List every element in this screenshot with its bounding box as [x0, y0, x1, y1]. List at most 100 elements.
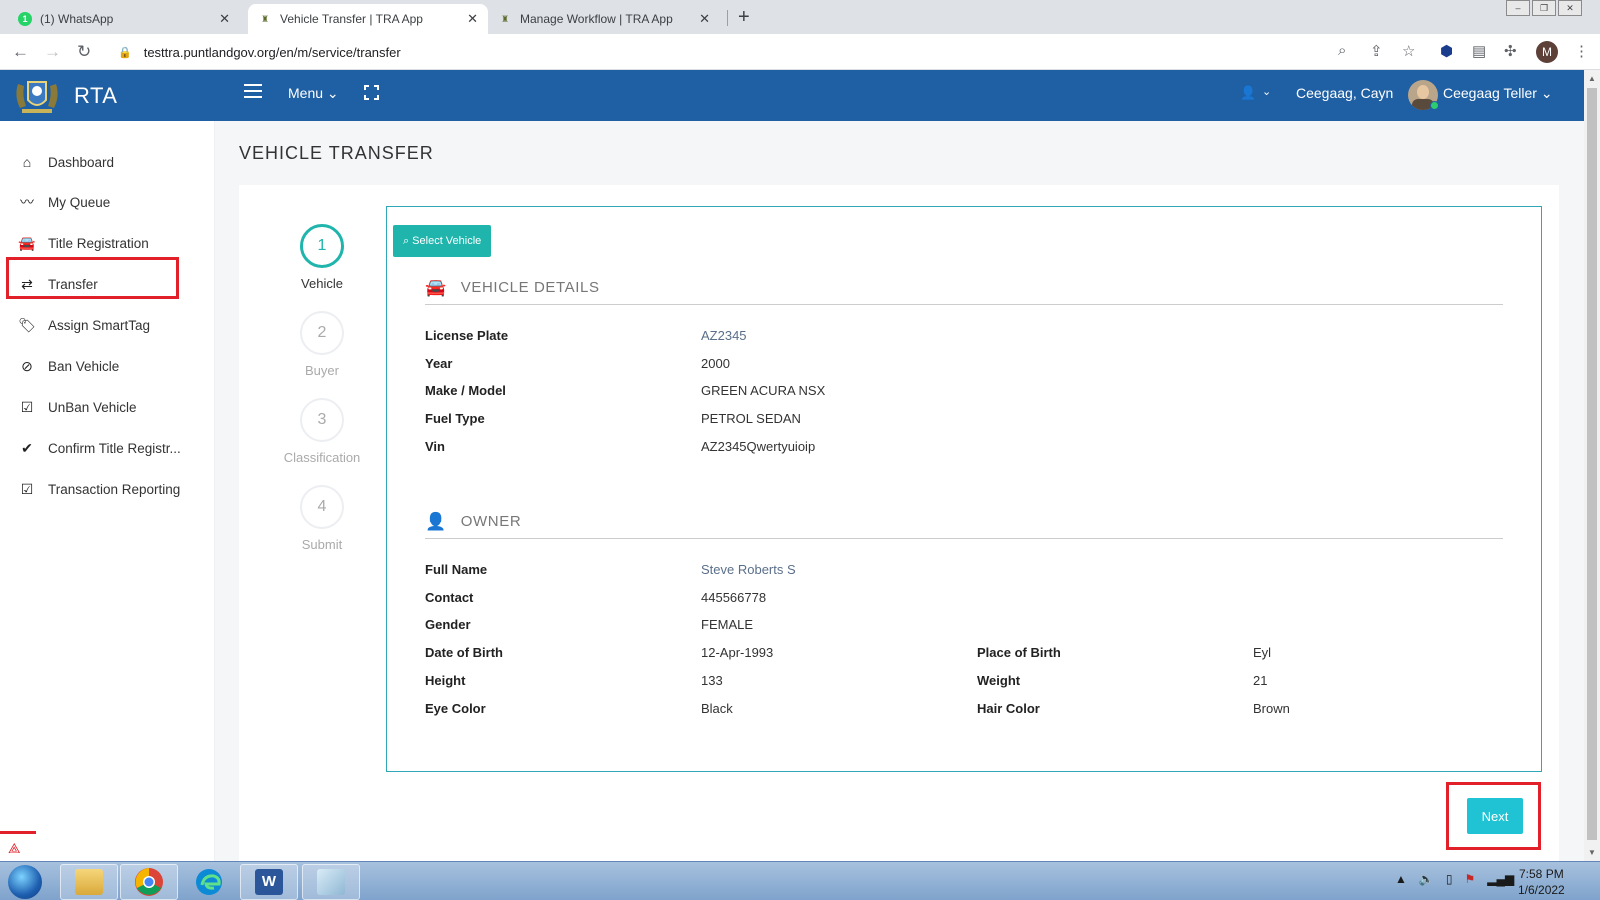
wizard-step-classification[interactable]: 3 Classification — [267, 398, 377, 465]
section-title: VEHICLE DETAILS — [460, 279, 600, 296]
hamburger-menu-icon[interactable] — [244, 84, 262, 102]
clipboard-extension-icon[interactable]: ▤ — [1472, 42, 1486, 60]
word-icon: W — [255, 869, 283, 895]
rta-emblem-logo — [16, 81, 58, 113]
tab-title: (1) WhatsApp — [40, 12, 114, 26]
sidebar-item-assign-smarttag[interactable]: 🏷 Assign SmartTag — [18, 314, 150, 336]
sidebar-item-transaction-reporting[interactable]: ☑ Transaction Reporting — [18, 478, 181, 500]
extension-shield-icon[interactable]: ⬢ — [1440, 42, 1453, 60]
url-field[interactable]: 🔒 testtra.puntlandgov.org/en/m/service/t… — [118, 42, 401, 62]
scrollbar-thumb[interactable] — [1587, 88, 1597, 840]
user-icon[interactable]: 👤 — [1240, 85, 1256, 101]
page-scrollbar[interactable]: ▲ ▼ — [1584, 70, 1600, 861]
role-dropdown[interactable]: Ceegaag Teller ⌄ — [1443, 85, 1553, 102]
windows-start-button[interactable] — [8, 865, 42, 899]
window-controls: – ❐ ✕ — [1504, 0, 1582, 16]
zoom-icon[interactable]: ⌕ — [1338, 42, 1346, 59]
select-vehicle-button[interactable]: ⌕ Select Vehicle — [393, 225, 492, 257]
minimize-icon[interactable]: – — [1506, 0, 1530, 16]
tray-expand-icon[interactable]: ▲ — [1395, 872, 1407, 886]
bookmark-star-icon[interactable]: ☆ — [1402, 42, 1415, 60]
sidebar-item-my-queue[interactable]: 〰 My Queue — [18, 191, 110, 213]
wizard-step-vehicle[interactable]: 1 Vehicle — [267, 224, 377, 291]
scroll-down-icon[interactable]: ▼ — [1588, 848, 1596, 857]
network-error-icon[interactable]: ⚑ — [1464, 872, 1475, 886]
field-label: Eye Color — [425, 701, 486, 716]
scroll-up-icon[interactable]: ▲ — [1588, 74, 1596, 83]
sidebar-item-label: Ban Vehicle — [48, 358, 120, 374]
sidebar-item-confirm-title-registration[interactable]: ✔ Confirm Title Registr... — [18, 437, 181, 459]
user-name[interactable]: Ceegaag, Cayn — [1296, 85, 1393, 101]
height-value: 133 — [701, 673, 723, 688]
edge-icon — [196, 869, 222, 895]
rta-emblem-icon: ♜ — [500, 13, 510, 24]
field-label: Year — [425, 356, 453, 371]
restore-icon[interactable]: ❐ — [1532, 0, 1556, 16]
close-tab-icon[interactable]: ✕ — [467, 11, 478, 27]
check-square-icon: ☑ — [20, 480, 34, 497]
close-tab-icon[interactable]: ✕ — [219, 11, 230, 27]
sidebar-item-title-registration[interactable]: 🚘 Title Registration — [18, 232, 149, 254]
clock-time: 7:58 PM — [1519, 867, 1564, 881]
sidebar-item-ban-vehicle[interactable]: ⊘ Ban Vehicle — [18, 355, 119, 377]
browser-tab-bar: 1 (1) WhatsApp ✕ ♜ Vehicle Transfer | TR… — [0, 0, 1600, 34]
field-label: Make / Model — [425, 383, 506, 398]
step-number: 4 — [300, 485, 344, 529]
chevron-down-icon[interactable]: ⌄ — [1262, 85, 1271, 98]
owner-heading: 👤 OWNER — [425, 505, 1503, 539]
taskbar-file-explorer[interactable] — [60, 864, 118, 900]
hair-color-value: Brown — [1253, 701, 1290, 716]
gender-value: FEMALE — [701, 617, 754, 632]
forward-arrow-icon[interactable]: → — [44, 42, 61, 62]
page-title: VEHICLE TRANSFER — [239, 143, 434, 163]
step-number: 1 — [300, 224, 344, 268]
windows-taskbar: W ▲ 🔈 ▯ ⚑ ▂▄▆ 7:58 PM 1/6/2022 — [0, 861, 1600, 900]
date-of-birth-value: 12-Apr-1993 — [701, 645, 774, 660]
browser-tab-manage-workflow[interactable]: ♜ Manage Workflow | TRA App ✕ — [488, 4, 720, 34]
weight-value: 21 — [1253, 673, 1268, 688]
fullscreen-icon[interactable] — [364, 85, 379, 100]
close-tab-icon[interactable]: ✕ — [699, 11, 710, 27]
battery-icon[interactable]: ▯ — [1446, 872, 1453, 886]
new-tab-icon[interactable]: + — [738, 6, 750, 29]
step-label: Buyer — [305, 363, 339, 378]
close-window-icon[interactable]: ✕ — [1558, 0, 1582, 16]
volume-icon[interactable]: 🔈 — [1419, 872, 1434, 886]
check-icon: ✔ — [21, 439, 33, 456]
wizard-step-submit[interactable]: 4 Submit — [267, 485, 377, 552]
taskbar-edge[interactable] — [180, 864, 238, 900]
reload-icon[interactable]: ↻ — [77, 42, 91, 62]
transfer-highlight-box — [6, 257, 179, 299]
browser-tab-vehicle-transfer[interactable]: ♜ Vehicle Transfer | TRA App ✕ — [248, 4, 488, 34]
taskbar-chrome[interactable] — [120, 864, 178, 900]
fuel-type-value: PETROL SEDAN — [701, 411, 801, 426]
browser-profile-avatar[interactable]: M — [1536, 41, 1558, 63]
field-label: Hair Color — [977, 701, 1040, 716]
extensions-puzzle-icon[interactable]: ✣ — [1504, 42, 1517, 60]
car-icon: 🚘 — [425, 277, 447, 297]
chevron-down-icon: ⌄ — [326, 85, 339, 101]
share-icon[interactable]: ⇪ — [1370, 42, 1383, 60]
vin-value: AZ2345Qwertyuioip — [701, 439, 816, 454]
back-arrow-icon[interactable]: ← — [12, 42, 29, 62]
laravel-debug-icon[interactable]: ⟁ — [0, 831, 36, 861]
brand-name: RTA — [74, 83, 118, 108]
browser-tab-whatsapp[interactable]: 1 (1) WhatsApp ✕ — [8, 4, 240, 34]
role-label: Ceegaag Teller — [1443, 85, 1537, 101]
taskbar-word[interactable]: W — [240, 864, 298, 900]
browser-menu-icon[interactable]: ⋮ — [1574, 42, 1589, 60]
sidebar-item-label: Confirm Title Registr... — [48, 440, 181, 456]
url-text: testtra.puntlandgov.org/en/m/service/tra… — [143, 44, 401, 60]
menu-label: Menu — [288, 85, 324, 101]
signal-icon[interactable]: ▂▄▆ — [1487, 872, 1514, 886]
taskbar-notepad[interactable] — [302, 864, 360, 900]
menu-dropdown[interactable]: Menu ⌄ — [288, 85, 339, 102]
sidebar-item-dashboard[interactable]: ⌂ Dashboard — [18, 151, 114, 173]
wizard-step-buyer[interactable]: 2 Buyer — [267, 311, 377, 378]
sidebar-item-unban-vehicle[interactable]: ☑ UnBan Vehicle — [18, 396, 137, 418]
sidebar-item-label: My Queue — [48, 194, 111, 210]
line-chart-icon: 〰 — [20, 194, 34, 210]
taskbar-clock[interactable]: 7:58 PM 1/6/2022 — [1518, 866, 1565, 898]
step-number: 3 — [300, 398, 344, 442]
sidebar-item-label: Dashboard — [48, 154, 115, 170]
